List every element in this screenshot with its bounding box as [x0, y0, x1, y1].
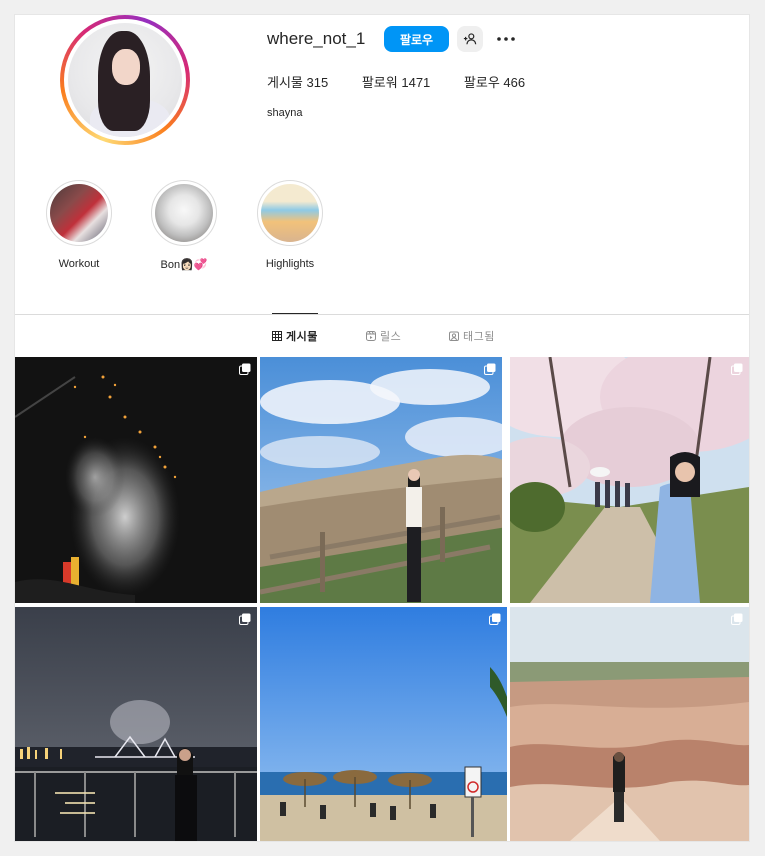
more-horizontal-icon	[497, 37, 515, 41]
highlight-cover	[261, 184, 319, 242]
multiple-photos-icon	[484, 363, 496, 375]
reels-icon	[366, 331, 376, 341]
highlight-cover	[50, 184, 108, 242]
profile-username: where_not_1	[267, 29, 366, 48]
multiple-photos-icon	[731, 613, 743, 625]
post-image	[510, 357, 749, 603]
avatar-photo	[68, 23, 182, 137]
highlight-bon[interactable]: Bon👩🏻💞	[149, 180, 219, 271]
tagged-icon	[449, 331, 459, 341]
post-thumbnail[interactable]	[15, 357, 257, 603]
post-image	[260, 357, 502, 603]
add-user-icon	[463, 33, 477, 45]
tabs-divider	[15, 314, 749, 315]
tab-reels[interactable]: 릴스	[366, 328, 401, 344]
more-options-button[interactable]	[493, 26, 519, 52]
highlight-highlights[interactable]: Highlights	[255, 180, 325, 270]
profile-full-name: shayna	[267, 107, 303, 119]
multiple-photos-icon	[239, 363, 251, 375]
profile-avatar[interactable]	[60, 15, 190, 145]
profile-stats: 게시물 315 팔로워 1471 팔로우 466	[267, 72, 555, 91]
suggest-users-button[interactable]	[457, 26, 483, 52]
stat-following[interactable]: 팔로우 466	[464, 75, 525, 90]
post-thumbnail[interactable]	[260, 607, 507, 841]
post-image	[15, 357, 257, 603]
grid-icon	[272, 331, 282, 341]
active-tab-indicator	[272, 313, 318, 314]
multiple-photos-icon	[731, 363, 743, 375]
post-image	[260, 607, 507, 841]
post-thumbnail[interactable]	[510, 607, 749, 841]
post-thumbnail[interactable]	[510, 357, 749, 603]
post-thumbnail[interactable]	[15, 607, 257, 841]
multiple-photos-icon	[489, 613, 501, 625]
post-image	[510, 607, 749, 841]
post-thumbnail[interactable]	[260, 357, 502, 603]
stat-followers[interactable]: 팔로워 1471	[362, 75, 430, 90]
profile-card: where_not_1 팔로우 게시물 315 팔로워 1471 팔로우 466…	[15, 15, 749, 841]
tab-posts[interactable]: 게시물	[272, 328, 318, 344]
follow-button[interactable]: 팔로우	[384, 26, 449, 52]
multiple-photos-icon	[239, 613, 251, 625]
highlight-cover	[155, 184, 213, 242]
tab-tagged[interactable]: 태그됨	[449, 328, 495, 344]
post-image	[15, 607, 257, 841]
highlight-workout[interactable]: Workout	[44, 180, 114, 270]
stat-posts: 게시물 315	[267, 75, 329, 90]
